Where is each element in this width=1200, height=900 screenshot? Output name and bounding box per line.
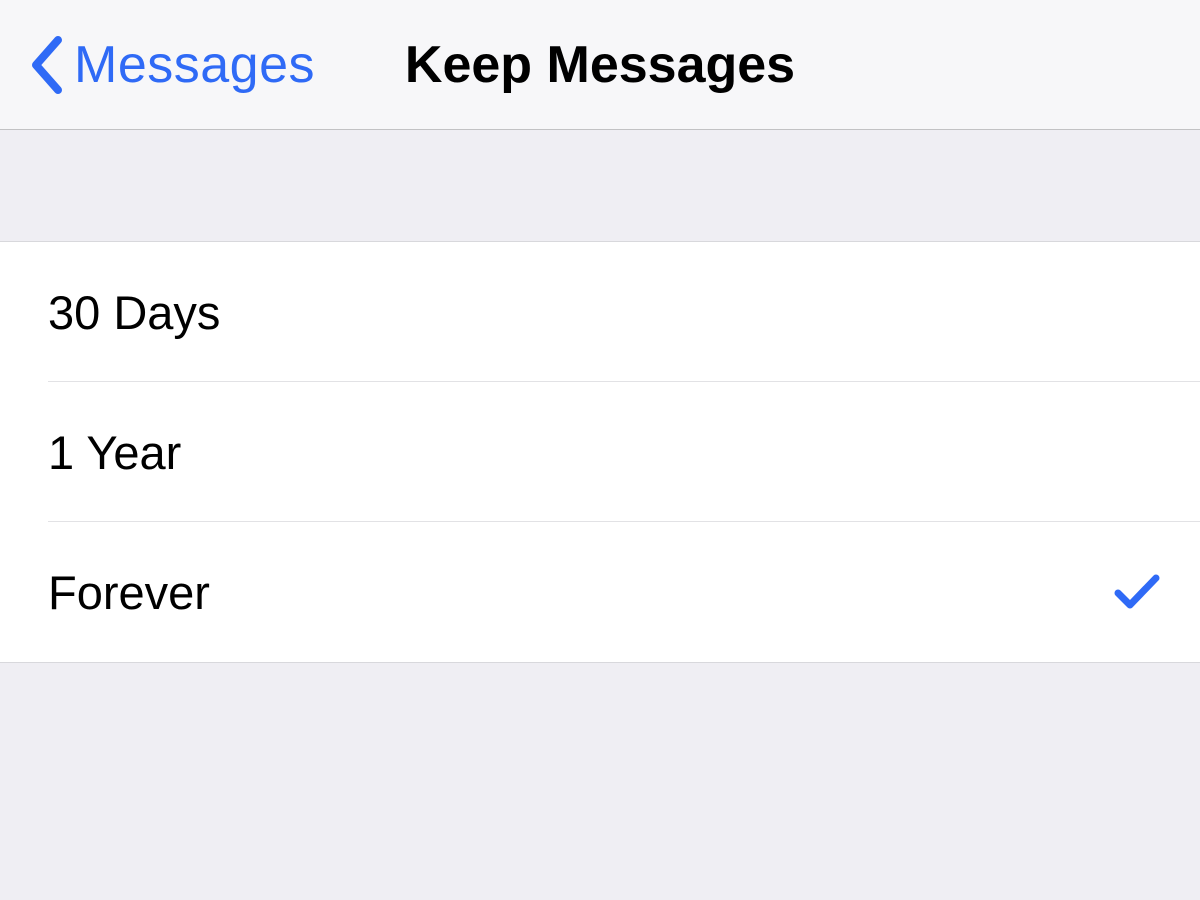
option-label: Forever [48, 565, 210, 620]
option-label: 30 Days [48, 285, 220, 340]
section-spacer [0, 130, 1200, 242]
option-forever[interactable]: Forever [0, 522, 1200, 662]
option-1-year[interactable]: 1 Year [0, 382, 1200, 522]
back-button[interactable]: Messages [28, 35, 315, 95]
page-title: Keep Messages [405, 35, 795, 95]
keep-messages-option-list: 30 Days 1 Year Forever [0, 242, 1200, 663]
checkmark-icon [1114, 572, 1160, 612]
navigation-bar: Messages Keep Messages [0, 0, 1200, 130]
chevron-left-icon [28, 36, 64, 94]
option-label: 1 Year [48, 425, 181, 480]
option-30-days[interactable]: 30 Days [0, 242, 1200, 382]
back-button-label: Messages [74, 35, 315, 95]
